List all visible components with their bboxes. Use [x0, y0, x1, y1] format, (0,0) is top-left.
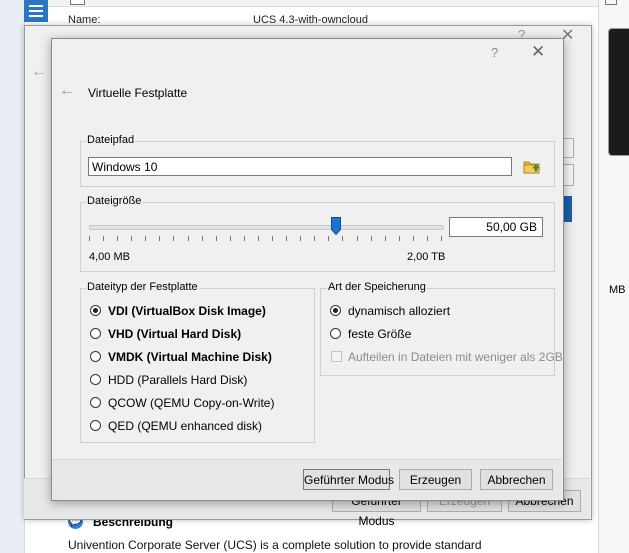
file-path-input[interactable]: Windows 10 — [88, 157, 512, 176]
radio-qed[interactable] — [90, 420, 101, 431]
description-text: Univention Corporate Server (UCS) is a c… — [68, 538, 482, 552]
radio-fixed[interactable] — [330, 328, 341, 339]
size-max-label: 2,00 TB — [407, 251, 446, 263]
radio-dynamic[interactable] — [330, 305, 341, 316]
disk-type-label: Dateityp der Festplatte — [86, 281, 199, 293]
split-files-checkbox[interactable] — [331, 351, 342, 362]
option-vdi-label[interactable]: VDI (VirtualBox Disk Image) — [108, 304, 266, 318]
slider-tick — [300, 236, 301, 241]
option-vmdk-label[interactable]: VMDK (Virtual Machine Disk) — [108, 350, 272, 364]
cancel-button[interactable]: Abbrechen — [480, 469, 553, 490]
slider-tick — [371, 236, 372, 241]
file-size-slider-track[interactable] — [89, 225, 444, 230]
slider-tick — [272, 236, 273, 241]
slider-tick — [286, 236, 287, 241]
dialog-title: Virtuelle Festplatte — [88, 86, 188, 100]
storage-type-label: Art der Speicherung — [327, 281, 427, 293]
slider-tick — [328, 236, 329, 241]
close-icon[interactable]: ✕ — [531, 42, 545, 62]
create-button[interactable]: Erzeugen — [399, 469, 472, 490]
size-min-label: 4,00 MB — [89, 251, 130, 263]
section-icon — [70, 0, 85, 5]
option-qcow-label[interactable]: QCOW (QEMU Copy-on-Write) — [108, 396, 274, 410]
slider-tick — [413, 236, 414, 241]
radio-vdi[interactable] — [90, 305, 101, 316]
file-size-input[interactable]: 50,00 GB — [449, 217, 543, 237]
option-fixed-label[interactable]: feste Größe — [348, 327, 411, 341]
slider-tick — [188, 236, 189, 241]
slider-tick — [103, 236, 104, 241]
file-size-label: Dateigröße — [86, 195, 143, 207]
guided-mode-button[interactable]: Geführter Modus — [303, 469, 394, 490]
option-hdd-label[interactable]: HDD (Parallels Hard Disk) — [108, 373, 247, 387]
radio-vhd[interactable] — [90, 328, 101, 339]
option-vhd-label[interactable]: VHD (Virtual Hard Disk) — [108, 327, 241, 341]
slider-tick — [342, 236, 343, 241]
slider-tick — [441, 236, 442, 241]
slider-tick — [173, 236, 174, 241]
option-dynamic-label[interactable]: dynamisch alloziert — [348, 304, 450, 318]
partial-size-text: MB — [609, 284, 626, 296]
slider-tick — [258, 236, 259, 241]
option-qed-label[interactable]: QED (QEMU enhanced disk) — [108, 419, 262, 433]
preview-icon — [605, 0, 617, 5]
file-size-slider-handle[interactable] — [331, 217, 341, 236]
slider-tick — [385, 236, 386, 241]
radio-qcow[interactable] — [90, 397, 101, 408]
machine-list-strip — [0, 0, 25, 553]
details-header — [48, 0, 598, 7]
slider-tick — [399, 236, 400, 241]
slider-tick — [230, 236, 231, 241]
help-icon[interactable]: ? — [491, 45, 498, 60]
back-arrow-icon[interactable]: ← — [59, 82, 75, 100]
slider-tick — [145, 236, 146, 241]
radio-vmdk[interactable] — [90, 351, 101, 362]
folder-browse-icon[interactable] — [523, 158, 541, 176]
outer-back-icon[interactable]: ← — [31, 63, 47, 81]
slider-tick — [117, 236, 118, 241]
slider-tick — [244, 236, 245, 241]
slider-tick — [131, 236, 132, 241]
slider-tick — [202, 236, 203, 241]
slider-tick — [427, 236, 428, 241]
tools-menu-icon[interactable] — [24, 0, 48, 22]
slider-tick — [357, 236, 358, 241]
slider-tick — [314, 236, 315, 241]
slider-tick — [89, 236, 90, 241]
file-path-label: Dateipfad — [86, 134, 136, 146]
radio-hdd[interactable] — [90, 374, 101, 385]
file-size-group — [80, 202, 555, 272]
slider-tick — [159, 236, 160, 241]
slider-tick — [216, 236, 217, 241]
preview-thumbnail — [608, 28, 629, 156]
split-files-label: Aufteilen in Dateien mit weniger als 2GB — [348, 350, 563, 364]
